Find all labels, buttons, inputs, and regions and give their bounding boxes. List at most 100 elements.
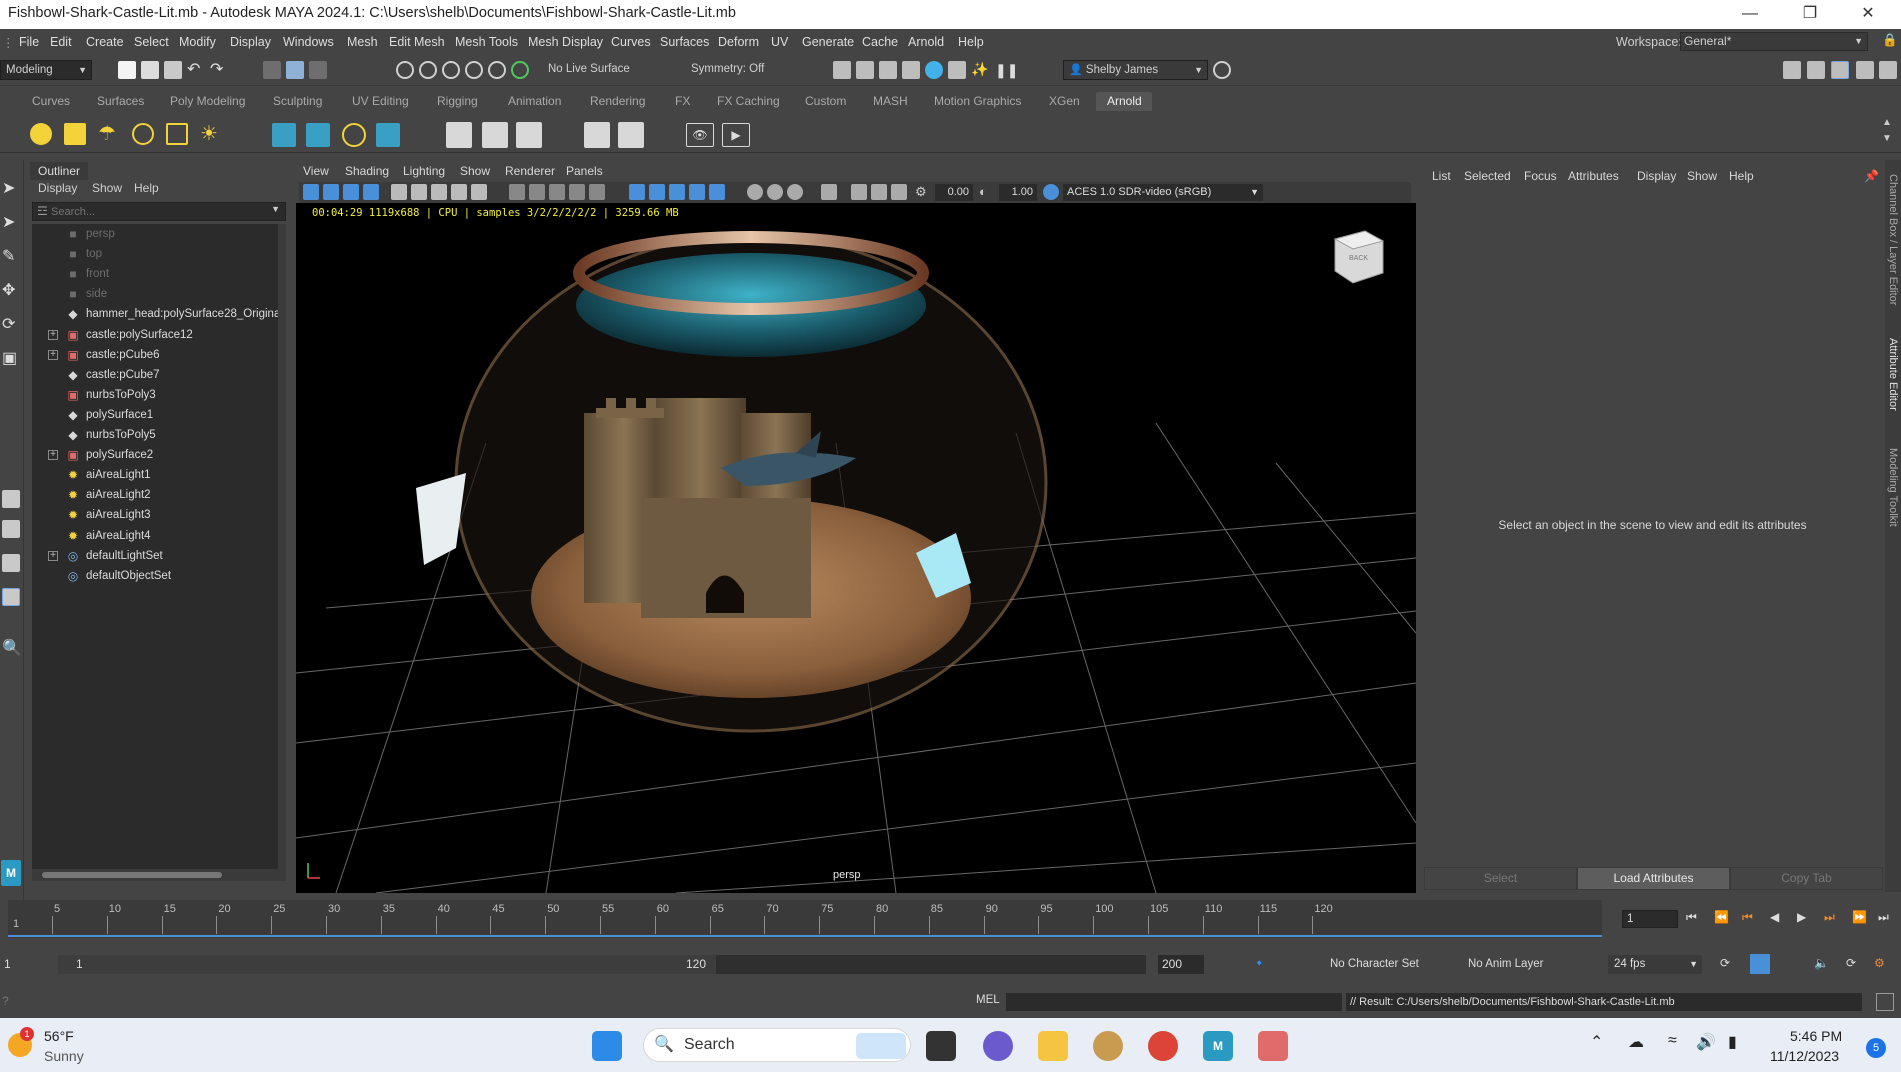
ae-menu-selected[interactable]: Selected [1464,169,1511,183]
outliner-horizontal-scrollbar[interactable] [32,869,286,881]
tab-arnold[interactable]: Arnold [1107,94,1142,108]
tab-sculpting[interactable]: Sculpting [273,94,322,108]
layout-four-icon[interactable] [2,520,20,538]
range-bar[interactable]: 1 120 [58,955,1146,974]
arnold-render-icon[interactable] [948,61,966,79]
range-end-field[interactable]: 120 [686,957,706,971]
outliner-item[interactable]: ✹ aiAreaLight4 [32,526,286,546]
default-material-icon[interactable] [549,184,565,200]
sound-icon[interactable]: 🔈 [1814,956,1829,970]
ae-menu-display[interactable]: Display [1637,169,1676,183]
step-back-key-icon[interactable]: ⏪ [1714,910,1729,924]
ae-menu-attributes[interactable]: Attributes [1568,169,1619,183]
ipr-render-icon[interactable] [879,61,897,79]
command-input[interactable] [1006,993,1342,1011]
tab-curves[interactable]: Curves [32,94,70,108]
step-back-frame-icon[interactable]: ⏮ [1742,910,1753,925]
layout-icon-4[interactable] [1856,61,1874,79]
expand-icon[interactable]: + [48,550,58,561]
xray-active-icon[interactable] [787,184,803,200]
anim-prefs-icon[interactable]: ⟳ [1846,956,1856,970]
outliner-layout-icon[interactable] [2,588,20,606]
grid-icon[interactable] [391,184,407,200]
move-tool-icon[interactable]: ✥ [2,280,20,299]
color-management-icon[interactable] [1043,184,1059,200]
layout-icon-1[interactable] [1783,61,1801,79]
select-camera-icon[interactable] [303,184,319,200]
render-view-icon[interactable]: 👁 [686,123,714,147]
ae-menu-show[interactable]: Show [1687,169,1717,183]
cursor-icon[interactable] [821,184,837,200]
expand-icon[interactable]: + [48,329,58,340]
anti-alias-icon[interactable] [709,184,725,200]
outliner-item[interactable]: ■ side [32,284,286,304]
ambient-occlusion-icon[interactable] [669,184,685,200]
script-editor-icon[interactable] [1876,993,1894,1011]
select-hierarchy-icon[interactable] [263,61,281,79]
mode-select[interactable]: Modeling ▼ [0,60,92,80]
outliner-item[interactable]: ◆ polySurface1 [32,405,286,425]
menu-surfaces[interactable]: Surfaces [660,35,709,49]
outliner-item[interactable]: + ◎ defaultLightSet [32,546,286,566]
outliner-item[interactable]: ✹ aiAreaLight1 [32,465,286,485]
layout-icon-2[interactable] [1807,61,1825,79]
time-slider-track[interactable]: 1 5 10 15 20 25 30 35 40 45 50 55 60 65 70 75 80 85 90 95 1… [8,900,1602,938]
pin-icon[interactable]: 📌 [1864,169,1879,183]
tab-mash[interactable]: MASH [873,94,908,108]
outliner-item[interactable]: + ▣ castle:pCube6 [32,345,286,365]
search-icon[interactable]: 🔍 [2,638,22,657]
vp-menu-renderer[interactable]: Renderer [505,164,555,178]
shelf-scroll-down-icon[interactable]: ▼ [1882,133,1900,151]
curve-collector-icon[interactable] [342,123,366,147]
snap-grid-icon[interactable] [396,61,414,79]
menu-help[interactable]: Help [958,35,984,49]
light-portal-icon[interactable] [166,123,188,145]
outliner-item[interactable]: ◎ defaultObjectSet [32,566,286,586]
play-backward-icon[interactable]: ◀ [1770,910,1779,924]
user-account-select[interactable]: 👤 Shelby James ▼ [1063,60,1208,80]
operator-icon[interactable] [584,122,610,148]
tab-motion-graphics[interactable]: Motion Graphics [934,94,1021,108]
render-settings-icon[interactable] [833,61,851,79]
play-forward-icon[interactable]: ▶ [1797,910,1806,924]
task-view-icon[interactable] [926,1031,956,1061]
tab-attribute-editor[interactable]: Attribute Editor [1887,338,1899,411]
scale-tool-icon[interactable]: ▣ [2,348,20,367]
rotate-tool-icon[interactable]: ⟳ [2,314,20,333]
menu-mesh-tools[interactable]: Mesh Tools [455,35,518,49]
menu-create[interactable]: Create [86,35,124,49]
new-scene-icon[interactable] [118,61,136,79]
image-plane-icon[interactable] [363,184,379,200]
tab-surfaces[interactable]: Surfaces [97,94,144,108]
hypershade-icon[interactable] [925,61,943,79]
select-component-icon[interactable] [309,61,327,79]
battery-icon[interactable]: ▮ [1728,1032,1737,1052]
field-chart-icon[interactable] [471,184,487,200]
outliner-item[interactable]: ◆ nurbsToPoly5 [32,425,286,445]
layout-single-icon[interactable] [2,490,20,508]
expand-icon[interactable]: + [48,450,58,461]
make-live-icon[interactable] [511,61,529,79]
xray-joints-icon[interactable] [767,184,783,200]
weather-temp[interactable]: 56°F [44,1028,74,1044]
menu-arnold[interactable]: Arnold [908,35,944,49]
symmetry-field[interactable]: Symmetry: Off [686,60,782,80]
flush-cache-icon[interactable] [446,122,472,148]
camera-sequencer-icon[interactable] [851,184,867,200]
use-lights-icon[interactable] [629,184,645,200]
chevron-up-icon[interactable]: ⌃ [1590,1032,1603,1052]
wifi-icon[interactable]: ≈ [1668,1032,1677,1050]
arnold-object-icon[interactable] [376,123,400,147]
fps-select[interactable]: 24 fps ▼ [1608,955,1702,974]
vp-menu-shading[interactable]: Shading [345,164,389,178]
vp-menu-lighting[interactable]: Lighting [403,164,445,178]
outliner-item[interactable]: + ▣ polySurface2 [32,445,286,465]
character-set-select[interactable]: No Character Set [1330,955,1456,974]
resolution-gate-icon[interactable] [431,184,447,200]
save-scene-icon[interactable] [164,61,182,79]
notification-badge[interactable]: 5 [1866,1038,1886,1058]
menu-windows[interactable]: Windows [283,35,334,49]
tab-channel-box[interactable]: Channel Box / Layer Editor [1887,174,1899,305]
vp-menu-view[interactable]: View [303,164,329,178]
anim-layer-select[interactable]: No Anim Layer [1468,955,1578,974]
